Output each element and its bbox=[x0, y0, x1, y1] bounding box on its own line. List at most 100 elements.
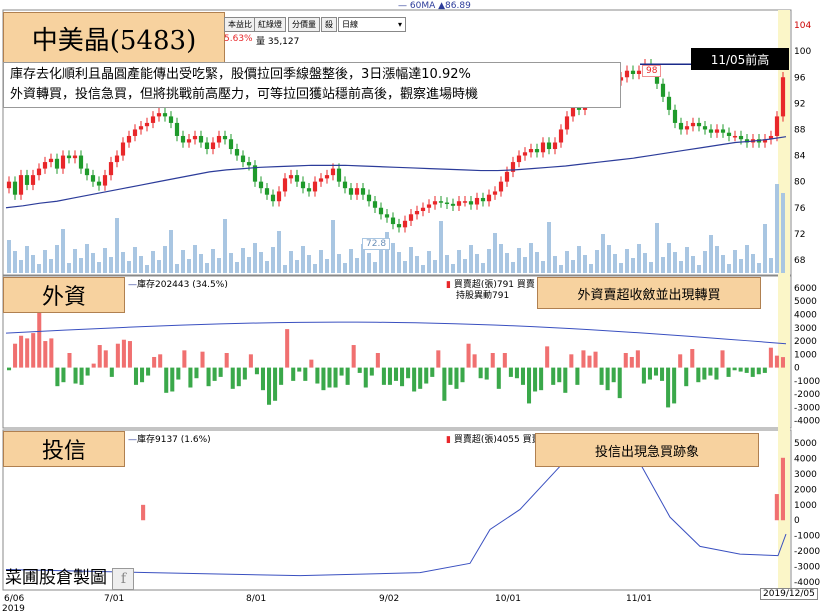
volume-bar bbox=[625, 249, 629, 273]
toolbar-btn-3[interactable]: 分價量 bbox=[288, 17, 320, 32]
candle-body bbox=[690, 122, 696, 127]
flow-bar bbox=[672, 367, 677, 404]
volume-bar bbox=[373, 262, 377, 273]
flow-bar bbox=[7, 367, 12, 371]
flow-bar bbox=[442, 367, 447, 401]
flow-bar bbox=[91, 363, 96, 368]
volume-bar bbox=[223, 219, 227, 273]
flow-bar bbox=[170, 367, 175, 392]
flow-bar bbox=[327, 367, 332, 388]
volume-bar bbox=[427, 251, 431, 273]
candle-body bbox=[162, 113, 168, 117]
price-tick-label: 76 bbox=[794, 204, 806, 214]
volume-bar bbox=[715, 246, 719, 273]
flow-bar bbox=[641, 367, 646, 384]
volume-bar bbox=[607, 245, 611, 273]
trust-inventory: —庫存9137 (1.6%) bbox=[128, 435, 211, 445]
volume-bar bbox=[511, 262, 515, 273]
flow-tick-label: 4000 bbox=[794, 455, 817, 465]
flow-bar bbox=[279, 367, 284, 385]
candle-body bbox=[426, 204, 432, 208]
flow-bar bbox=[690, 349, 695, 368]
candle-body bbox=[684, 126, 690, 130]
candle-body bbox=[258, 181, 264, 189]
candle-body bbox=[444, 202, 450, 205]
flow-tick-label: 2000 bbox=[794, 485, 817, 495]
volume-bar bbox=[49, 259, 53, 273]
candle-body bbox=[360, 188, 366, 195]
flow-tick-label: -1000 bbox=[794, 532, 820, 542]
volume-bar bbox=[391, 243, 395, 273]
period-select[interactable]: 日線 ▾ bbox=[338, 17, 406, 32]
volume-bar bbox=[103, 248, 107, 273]
flow-bar bbox=[599, 367, 604, 385]
volume-bar bbox=[541, 261, 545, 273]
candle-body bbox=[516, 155, 522, 163]
flow-bar bbox=[623, 353, 628, 368]
candle-body bbox=[6, 181, 12, 189]
flow-bar bbox=[520, 367, 525, 385]
candle-body bbox=[696, 122, 702, 127]
trust-callout: 投信出現急買跡象 bbox=[535, 433, 759, 467]
candle-body bbox=[396, 224, 402, 228]
price-tick-label: 88 bbox=[794, 125, 806, 135]
analysis-note: 庫存去化順利且晶圓產能傳出受吃緊，股價拉回季線盤整後，3日漲幅達10.92% 外… bbox=[3, 62, 621, 108]
flow-bar bbox=[297, 367, 302, 372]
volume-bar bbox=[247, 257, 251, 273]
volume-bar bbox=[121, 252, 125, 273]
flow-bar bbox=[236, 367, 241, 387]
volume-bar bbox=[355, 258, 359, 273]
flow-tick-label: -2000 bbox=[794, 390, 820, 400]
note-line-1: 庫存去化順利且晶圓產能傳出受吃緊，股價拉回季線盤整後，3日漲幅達10.92% bbox=[10, 67, 471, 82]
toolbar-btn-2[interactable]: 紅綠燈 bbox=[254, 17, 286, 32]
volume-bar bbox=[367, 253, 371, 273]
volume-bar bbox=[553, 256, 557, 273]
volume-bar bbox=[727, 264, 731, 273]
flow-bar bbox=[617, 367, 622, 399]
volume-bar bbox=[769, 258, 773, 273]
flow-bar bbox=[430, 367, 435, 377]
candle-body bbox=[660, 83, 666, 97]
volume-bar bbox=[79, 258, 83, 273]
price-tick-label: 104 bbox=[794, 21, 811, 31]
volume-bar bbox=[523, 257, 527, 273]
volume-bar bbox=[91, 253, 95, 273]
candle-body bbox=[522, 152, 528, 156]
flow-bar bbox=[97, 345, 102, 368]
flow-bar bbox=[502, 353, 507, 368]
flow-tick-label: 5000 bbox=[794, 439, 817, 449]
candle-body bbox=[324, 175, 330, 179]
candle-body bbox=[468, 201, 474, 205]
volume-bar bbox=[421, 265, 425, 273]
volume-bar bbox=[721, 255, 725, 273]
volume-bar bbox=[301, 246, 305, 273]
toolbar-btn-1[interactable]: 本益比 bbox=[224, 17, 256, 32]
candle-body bbox=[708, 129, 714, 133]
volume-bar bbox=[697, 265, 701, 273]
flow-bar bbox=[762, 367, 767, 373]
volume-bar bbox=[307, 255, 311, 273]
flow-bar bbox=[508, 367, 513, 377]
flow-bar bbox=[666, 367, 671, 408]
candle-body bbox=[204, 142, 210, 150]
volume-bar bbox=[13, 251, 17, 273]
flow-bar bbox=[424, 367, 429, 384]
flow-bar bbox=[726, 367, 731, 377]
candle-body bbox=[114, 155, 120, 163]
volume-bar bbox=[241, 248, 245, 273]
volume-bar bbox=[43, 250, 47, 273]
volume-bar bbox=[655, 223, 659, 273]
volume-bar bbox=[109, 257, 113, 273]
price-tick-label: 96 bbox=[794, 73, 806, 83]
axis-layer: 68 72 76 80 84 88 92 96 100 104 6000 5000 4000 3000 20… bbox=[2, 21, 820, 614]
candle-body bbox=[714, 129, 720, 133]
volume-bar bbox=[409, 247, 413, 273]
volume-bar bbox=[97, 262, 101, 273]
flow-bar bbox=[587, 355, 592, 368]
flow-bar bbox=[242, 367, 247, 380]
volume-bar bbox=[505, 253, 509, 273]
candle-body bbox=[30, 175, 36, 185]
toolbar-btn-4[interactable]: 殺 bbox=[321, 17, 337, 32]
candle-body bbox=[78, 155, 84, 169]
flow-bar bbox=[750, 367, 755, 377]
